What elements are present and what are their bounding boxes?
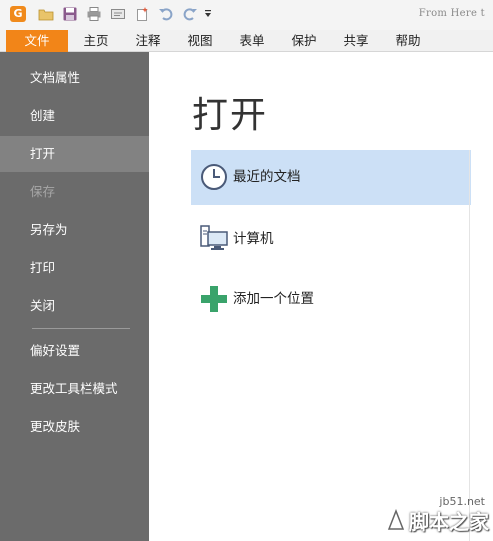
open-option-label: 计算机: [233, 231, 274, 247]
open-panel: 打开 最近的文档 计算机 添加一个位置: [149, 52, 493, 541]
sidebar-item-skin[interactable]: 更改皮肤: [0, 409, 149, 445]
sidebar-item-save-as[interactable]: 另存为: [0, 212, 149, 248]
sidebar-item-document-properties[interactable]: 文档属性: [0, 60, 149, 96]
sidebar-item-close[interactable]: 关闭: [0, 288, 149, 324]
menu-bar: 文件 主页 注释 视图 表单 保护 共享 帮助: [0, 30, 493, 52]
tab-help[interactable]: 帮助: [386, 30, 430, 52]
print-icon[interactable]: [86, 6, 102, 22]
computer-icon: [199, 224, 229, 254]
scan-icon[interactable]: [110, 6, 126, 22]
tab-share[interactable]: 共享: [334, 30, 378, 52]
tab-protect[interactable]: 保护: [282, 30, 326, 52]
redo-icon[interactable]: [182, 6, 198, 22]
sidebar-item-toolbar-mode[interactable]: 更改工具栏模式: [0, 371, 149, 407]
open-option-computer[interactable]: 计算机: [191, 212, 471, 267]
app-logo-icon[interactable]: G: [10, 6, 26, 22]
backstage-sidebar: 文档属性 创建 打开 保存 另存为 打印 关闭 偏好设置 更改工具栏模式 更改皮…: [0, 52, 149, 541]
tab-home[interactable]: 主页: [74, 30, 118, 52]
save-icon[interactable]: [62, 6, 78, 22]
sidebar-item-save: 保存: [30, 184, 56, 199]
sidebar-item-preferences[interactable]: 偏好设置: [0, 333, 149, 369]
folder-open-icon[interactable]: [38, 6, 54, 22]
page-title: 打开: [192, 95, 269, 136]
sidebar-item-print[interactable]: 打印: [0, 250, 149, 286]
sidebar-divider: [32, 328, 130, 329]
tab-comment[interactable]: 注释: [126, 30, 170, 52]
undo-icon[interactable]: [158, 6, 174, 22]
clock-icon: [199, 162, 229, 192]
open-option-label: 最近的文档: [233, 169, 301, 185]
plus-icon: [199, 284, 229, 314]
new-document-icon[interactable]: [134, 6, 150, 22]
sidebar-item-open[interactable]: 打开: [0, 136, 149, 172]
watermark-logo-icon: [387, 508, 405, 533]
panel-divider: [469, 150, 470, 541]
tab-view[interactable]: 视图: [178, 30, 222, 52]
tab-form[interactable]: 表单: [230, 30, 274, 52]
open-option-add-location[interactable]: 添加一个位置: [191, 272, 471, 327]
title-hint-text: From Here t: [418, 8, 485, 19]
watermark-brand: 脚本之家: [409, 510, 489, 534]
customize-dropdown-icon[interactable]: [204, 8, 212, 20]
quick-access-toolbar: G From Here t: [0, 0, 493, 30]
open-option-recent-documents[interactable]: 最近的文档: [191, 150, 471, 205]
open-option-label: 添加一个位置: [233, 291, 314, 307]
sidebar-item-create[interactable]: 创建: [0, 98, 149, 134]
tab-file[interactable]: 文件: [6, 30, 68, 52]
